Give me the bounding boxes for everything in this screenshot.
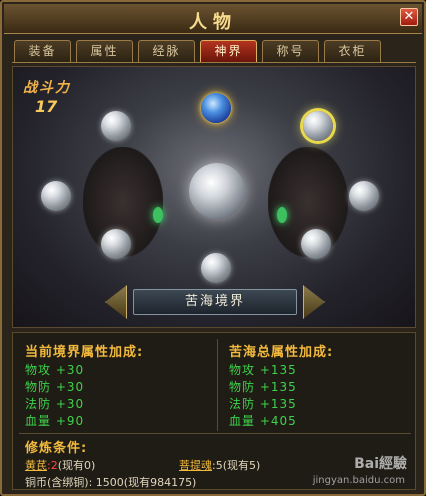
tab-equipment[interactable]: 装备 [14, 40, 71, 62]
condition-item-1-name[interactable]: 黄芪 [25, 459, 47, 472]
condition-copper: 铜币(含绑铜): 1500(现有984175) [25, 476, 197, 489]
realm-center-orb[interactable] [189, 163, 245, 219]
realm-orb-lower-left[interactable] [101, 229, 131, 259]
realm-orb-upper-right-selected[interactable] [303, 111, 333, 141]
total-bonus-line: 物防 +135 [229, 380, 297, 394]
total-bonus-title: 苦海总属性加成: [229, 345, 334, 360]
total-bonus-line: 物攻 +135 [229, 363, 297, 377]
condition-item-1-have: (现有0) [57, 459, 96, 472]
stats-panel: 当前境界属性加成: 物攻 +30 物防 +30 法防 +30 血量 +90 苦海… [12, 332, 416, 490]
current-bonus-title: 当前境界属性加成: [25, 345, 144, 360]
realm-orb-top[interactable] [201, 93, 231, 123]
realm-orb-lower-right[interactable] [301, 229, 331, 259]
title-bar: 人物 ✕ [4, 4, 422, 34]
tab-attributes[interactable]: 属性 [76, 40, 133, 62]
realm-navigator: 苦海境界 [105, 285, 325, 319]
current-bonus-line: 物攻 +30 [25, 363, 85, 377]
current-bonus-line: 法防 +30 [25, 397, 85, 411]
tab-wardrobe[interactable]: 衣柜 [324, 40, 381, 62]
total-bonus-line: 法防 +135 [229, 397, 297, 411]
character-window: 人物 ✕ 装备 属性 经脉 神界 称号 衣柜 战斗力 17 苦海境界 当前境界属… [0, 0, 426, 496]
condition-item-1-qty: :2 [47, 459, 58, 472]
combat-power-value: 17 [35, 97, 58, 116]
total-bonus-line: 血量 +405 [229, 414, 297, 428]
condition-item-2-qty: :5(现有5) [212, 459, 261, 472]
close-icon[interactable]: ✕ [400, 8, 418, 26]
realm-name-label: 苦海境界 [133, 289, 297, 315]
realm-orb-left[interactable] [41, 181, 71, 211]
column-divider [217, 339, 218, 431]
tab-bar: 装备 属性 经脉 神界 称号 衣柜 [14, 40, 414, 62]
tab-divider [12, 62, 416, 63]
realm-orb-right[interactable] [349, 181, 379, 211]
tab-divine-realm[interactable]: 神界 [200, 40, 257, 62]
tab-meridians[interactable]: 经脉 [138, 40, 195, 62]
realm-orb-upper-left[interactable] [101, 111, 131, 141]
watermark-url: jingyan.baidu.com [312, 475, 405, 486]
realm-scene: 战斗力 17 苦海境界 [12, 66, 416, 328]
left-green-flame-icon [153, 207, 163, 223]
conditions-title: 修炼条件: [25, 441, 88, 456]
next-realm-arrow-icon[interactable] [303, 285, 325, 319]
previous-realm-arrow-icon[interactable] [105, 285, 127, 319]
watermark-logo: Bai經驗 [354, 456, 407, 472]
condition-item-2: 菩提魂:5(现有5) [179, 457, 260, 473]
combat-power-label: 战斗力 [23, 80, 71, 96]
right-green-flame-icon [277, 207, 287, 223]
condition-item-2-name[interactable]: 菩提魂 [179, 459, 212, 472]
current-bonus-line: 物防 +30 [25, 380, 85, 394]
section-divider [19, 433, 411, 434]
window-title: 人物 [189, 12, 237, 33]
current-bonus-line: 血量 +90 [25, 414, 85, 428]
realm-orb-bottom[interactable] [201, 253, 231, 283]
tab-titles[interactable]: 称号 [262, 40, 319, 62]
condition-item-1: 黄芪:2(现有0) [25, 457, 95, 473]
